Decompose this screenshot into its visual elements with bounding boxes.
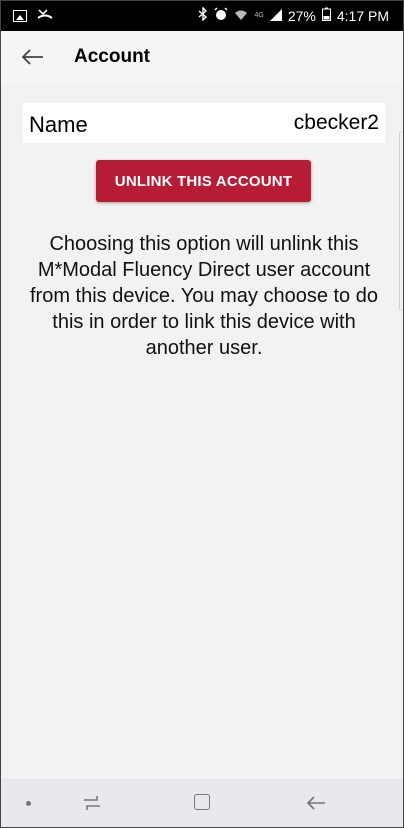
- unlink-account-button[interactable]: UNLINK THIS ACCOUNT: [96, 160, 311, 202]
- signal-icon: [269, 8, 282, 24]
- alarm-icon: [214, 7, 229, 24]
- nav-back-icon[interactable]: [305, 792, 327, 814]
- clock-time: 4:17 PM: [336, 7, 389, 24]
- app-frame: 4G 27% 4:17 PM Account Name cbecker2 UNL…: [0, 0, 404, 828]
- gallery-notification-icon: [13, 9, 27, 22]
- battery-icon: [321, 7, 331, 24]
- network-type: 4G: [254, 12, 264, 19]
- nav-dot-icon[interactable]: [26, 801, 31, 806]
- navigation-bar: [1, 779, 403, 827]
- app-bar: Account: [1, 31, 403, 83]
- page-title: Account: [74, 46, 150, 67]
- account-name-row: Name cbecker2: [23, 103, 385, 143]
- name-value: cbecker2: [293, 111, 379, 134]
- home-icon[interactable]: [194, 794, 210, 810]
- recent-apps-icon[interactable]: [81, 792, 103, 814]
- missed-call-icon: [37, 7, 53, 24]
- back-arrow-icon[interactable]: [19, 45, 45, 69]
- name-label: Name: [29, 112, 88, 137]
- status-bar: 4G 27% 4:17 PM: [1, 1, 403, 31]
- bluetooth-icon: [198, 6, 208, 24]
- battery-percent: 27%: [287, 7, 316, 24]
- scroll-edge-indicator: [399, 131, 403, 311]
- wifi-icon: [234, 8, 248, 24]
- unlink-description: Choosing this option will unlink this M*…: [30, 233, 378, 359]
